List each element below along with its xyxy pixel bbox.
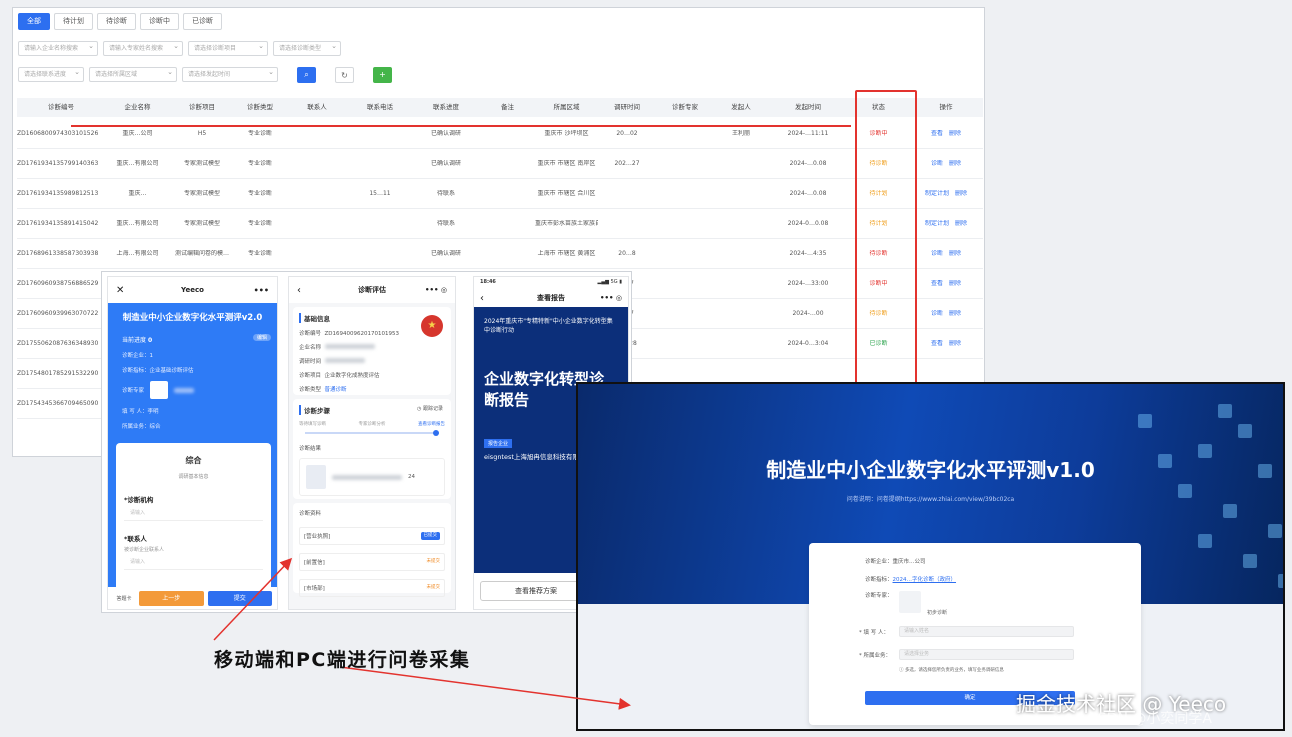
arrow-to-mobile — [213, 557, 293, 641]
caption: 移动端和PC端进行问卷采集 — [214, 649, 471, 671]
csdn-watermark: CSDN @小奕同学A — [1088, 711, 1212, 727]
annotation-arrows — [213, 557, 631, 710]
arrow-to-pc — [339, 666, 631, 710]
